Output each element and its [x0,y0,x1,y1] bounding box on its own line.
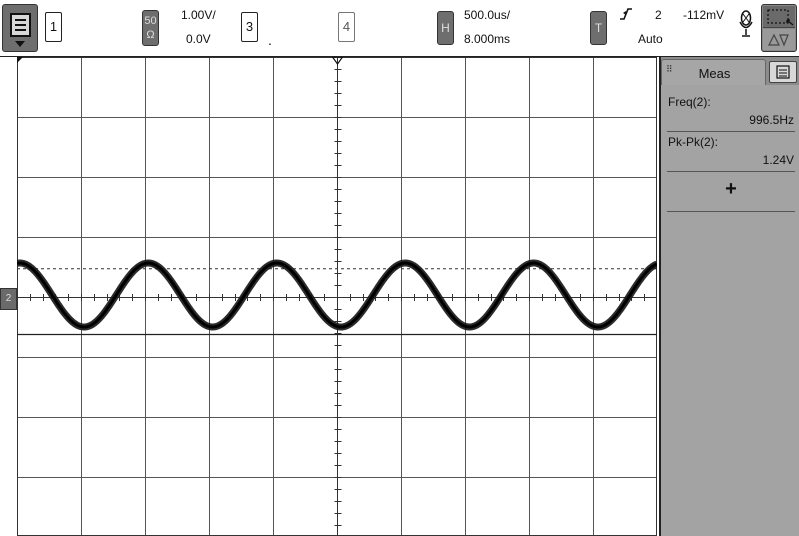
divider [667,171,795,172]
chevron-down-icon [15,41,25,47]
meas-menu-button[interactable] [769,61,797,83]
channel3-dot: . [268,32,272,48]
main-menu-button[interactable] [2,4,38,52]
meas-tab-label: Meas [698,66,731,81]
select-region-icon [763,6,795,28]
tab-meas[interactable]: ⠿ Meas [661,59,766,85]
measurement-panel: ⠿ Meas Freq(2): 996.5Hz Pk-Pk(2): 1.24V … [659,57,799,536]
delta-icon [763,29,795,50]
meas-pkpk-label: Pk-Pk(2): [668,135,719,149]
waveform-display[interactable] [17,57,657,536]
impedance-button[interactable]: 50 Ω [142,10,159,46]
trigger-source[interactable]: 2 [655,8,662,22]
add-measurement-button[interactable]: + [721,179,741,199]
channel1-label: 1 [49,19,58,34]
microphone-icon[interactable] [738,9,754,39]
channel2-ground-marker[interactable]: 2 [0,288,17,310]
meas-freq-label: Freq(2): [668,95,711,109]
trigger-mode[interactable]: Auto [638,32,663,46]
divider [667,131,795,132]
horizontal-button[interactable]: H [437,11,454,45]
impedance-value: 50 [144,15,157,27]
channel3-label: 3 [245,19,254,34]
meas-freq-value: 996.5Hz [749,113,794,127]
list-menu-icon [776,65,790,79]
meas-pkpk-value: 1.24V [762,153,794,167]
rising-edge-icon [620,8,632,20]
channel4-button[interactable]: 4 [338,12,355,42]
menu-icon [10,13,31,37]
horizontal-label: H [441,21,450,35]
channel-marker-label: 2 [5,293,12,304]
impedance-unit: Ω [146,29,155,41]
trigger-label: T [594,21,603,35]
channel1-button[interactable]: 1 [45,12,62,42]
trigger-level[interactable]: -112mV [683,8,724,22]
ch2-scale[interactable]: 1.00V/ [181,8,216,22]
time-delay[interactable]: 8.000ms [464,32,510,46]
time-scale[interactable]: 500.0us/ [464,8,510,22]
trigger-button[interactable]: T [590,11,607,45]
channel3-button[interactable]: 3 [241,12,258,42]
channel4-label: 4 [342,19,351,34]
graticule [17,57,657,536]
toolbar: 1 50 Ω 1.00V/ 0.0V 3 . 4 H 500.0us/ 8.00… [0,0,799,57]
measurement-list: Freq(2): 996.5Hz Pk-Pk(2): 1.24V + [661,85,799,536]
select-region-button[interactable] [761,4,797,52]
ch2-offset[interactable]: 0.0V [186,32,211,46]
divider [667,211,795,212]
